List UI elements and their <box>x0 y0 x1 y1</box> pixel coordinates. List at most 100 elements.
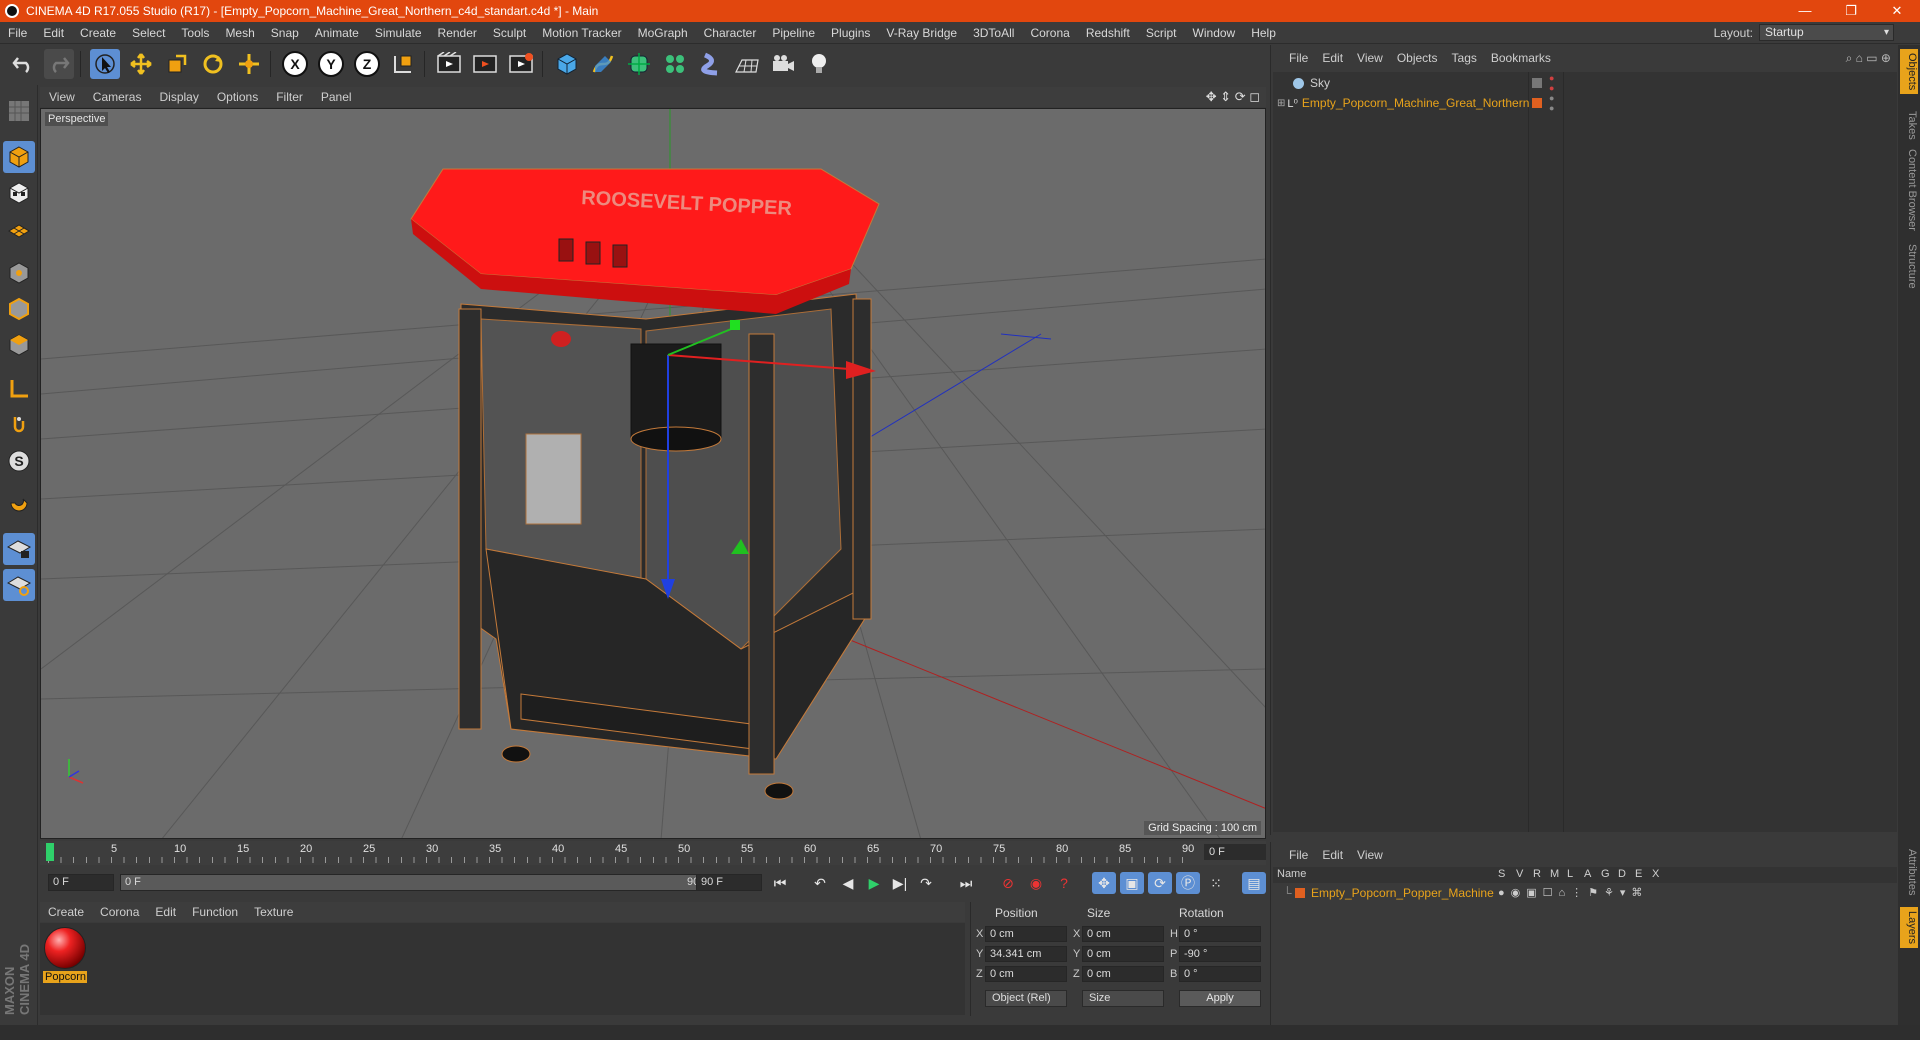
deformer-icon[interactable] <box>696 49 726 79</box>
polygons-mode-icon[interactable] <box>3 329 35 361</box>
magnet-icon[interactable] <box>3 489 35 521</box>
start-frame-field[interactable]: 0 F <box>48 874 114 891</box>
menu-mesh[interactable]: Mesh <box>217 26 262 40</box>
end-frame-field[interactable]: 90 F <box>696 874 762 891</box>
om-menu-edit[interactable]: Edit <box>1315 51 1350 65</box>
size-x-field[interactable]: 0 cm <box>1082 926 1164 942</box>
menu-pipeline[interactable]: Pipeline <box>764 26 823 40</box>
menu-3dtoall[interactable]: 3DToAll <box>965 26 1022 40</box>
menu-tools[interactable]: Tools <box>173 26 217 40</box>
viewport-menu-cameras[interactable]: Cameras <box>84 90 151 104</box>
expand-icon[interactable]: ⊞ <box>1277 98 1285 109</box>
om-menu-tags[interactable]: Tags <box>1445 51 1484 65</box>
material-menu-function[interactable]: Function <box>184 905 246 919</box>
size-mode-dropdown[interactable]: Size <box>1082 990 1164 1007</box>
next-frame-icon[interactable]: ▶| <box>888 872 912 894</box>
make-editable-icon[interactable] <box>3 95 35 127</box>
menu-redshift[interactable]: Redshift <box>1078 26 1138 40</box>
viewport-menu-panel[interactable]: Panel <box>312 90 361 104</box>
viewport-camera-label[interactable]: Perspective <box>45 112 109 126</box>
viewport-menu-options[interactable]: Options <box>208 90 267 104</box>
scale-tool-icon[interactable] <box>162 49 192 79</box>
material-menu-create[interactable]: Create <box>40 905 92 919</box>
tab-attributes[interactable]: Attributes <box>1900 845 1918 899</box>
viewport-nav-icons[interactable]: ✥ ⇕ ⟳ ◻ <box>1206 89 1260 105</box>
menu-vray-bridge[interactable]: V-Ray Bridge <box>878 26 965 40</box>
position-z-field[interactable]: 0 cm <box>985 966 1067 982</box>
frame-range-slider[interactable]: 0 F 90 F <box>120 874 720 891</box>
rotation-h-field[interactable]: 0 ° <box>1179 926 1261 942</box>
tab-content-browser[interactable]: Content Browser <box>1900 145 1918 235</box>
object-list[interactable]: Sky ● ● ⊞ L⁰ Empty_Popcorn_Machine_Great_… <box>1273 72 1897 832</box>
rotation-b-field[interactable]: 0 ° <box>1179 966 1261 982</box>
om-menu-view[interactable]: View <box>1350 51 1390 65</box>
live-selection-icon[interactable] <box>90 49 120 79</box>
key-parameter-icon[interactable]: Ⓟ <box>1176 872 1200 894</box>
lm-menu-file[interactable]: File <box>1271 848 1315 862</box>
timeline-ruler[interactable]: 0 5 10 15 20 25 30 35 40 45 50 55 60 65 … <box>40 841 1266 865</box>
layer-row[interactable]: └ Empty_Popcorn_Popper_Machine ●◉▣☐⌂⋮⚑⚘▾… <box>1273 884 1897 902</box>
apply-button[interactable]: Apply <box>1179 990 1261 1007</box>
redo-icon[interactable] <box>44 49 74 79</box>
cloner-icon[interactable] <box>660 49 690 79</box>
key-rotation-icon[interactable]: ⟳ <box>1148 872 1172 894</box>
menu-snap[interactable]: Snap <box>263 26 307 40</box>
render-region-icon[interactable] <box>470 49 500 79</box>
om-search-icon[interactable]: ⌕ ⌂ ▭ ⊕ <box>1846 51 1891 66</box>
3d-viewport[interactable]: ROOSEVELT POPPER Perspective Grid Spacin… <box>40 108 1266 839</box>
workplane-lock-icon[interactable] <box>3 533 35 565</box>
go-to-start-icon[interactable]: ⏮ <box>768 872 792 894</box>
material-menu-corona[interactable]: Corona <box>92 905 147 919</box>
menu-window[interactable]: Window <box>1185 26 1244 40</box>
autokeying-icon[interactable]: ◉ <box>1024 872 1048 894</box>
cube-object-icon[interactable] <box>552 49 582 79</box>
menu-mograph[interactable]: MoGraph <box>630 26 696 40</box>
subdivision-surface-icon[interactable] <box>624 49 654 79</box>
playhead[interactable] <box>46 843 54 861</box>
size-z-field[interactable]: 0 cm <box>1082 966 1164 982</box>
menu-help[interactable]: Help <box>1243 26 1284 40</box>
move-tool-icon[interactable] <box>126 49 156 79</box>
object-row-popcorn-machine[interactable]: ⊞ L⁰ Empty_Popcorn_Machine_Great_Norther… <box>1273 93 1897 113</box>
layer-tag-icon[interactable] <box>1532 78 1542 88</box>
menu-motion-tracker[interactable]: Motion Tracker <box>534 26 629 40</box>
close-button[interactable]: ✕ <box>1874 0 1920 22</box>
viewport-menu-display[interactable]: Display <box>150 90 207 104</box>
layer-color-swatch[interactable] <box>1295 888 1305 898</box>
tab-objects[interactable]: Objects <box>1900 49 1918 95</box>
current-frame-field[interactable]: 0 F <box>1204 844 1266 860</box>
lm-menu-edit[interactable]: Edit <box>1315 848 1350 862</box>
tweak-mode-icon[interactable] <box>3 409 35 441</box>
coordinate-mode-dropdown[interactable]: Object (Rel) <box>985 990 1067 1007</box>
key-point-level-icon[interactable]: ⁙ <box>1204 872 1228 894</box>
floor-scene-icon[interactable] <box>732 49 762 79</box>
tab-layers[interactable]: Layers <box>1900 907 1918 949</box>
render-view-icon[interactable] <box>434 49 464 79</box>
viewport-menu-view[interactable]: View <box>40 90 84 104</box>
rotate-tool-icon[interactable] <box>198 49 228 79</box>
material-menu-edit[interactable]: Edit <box>147 905 184 919</box>
object-name[interactable]: Empty_Popcorn_Machine_Great_Northern <box>1302 96 1529 110</box>
record-active-icon[interactable]: ⊘ <box>996 872 1020 894</box>
snap-icon[interactable]: S <box>3 445 35 477</box>
menu-character[interactable]: Character <box>696 26 765 40</box>
locked-workplane-icon[interactable] <box>3 569 35 601</box>
model-mode-icon[interactable] <box>3 141 35 173</box>
lm-menu-view[interactable]: View <box>1350 848 1390 862</box>
edges-mode-icon[interactable] <box>3 293 35 325</box>
menu-script[interactable]: Script <box>1138 26 1185 40</box>
coordinate-system-icon[interactable] <box>388 49 418 79</box>
key-scale-icon[interactable]: ▣ <box>1120 872 1144 894</box>
menu-select[interactable]: Select <box>124 26 173 40</box>
menu-file[interactable]: File <box>0 26 35 40</box>
light-icon[interactable] <box>804 49 834 79</box>
minimize-button[interactable]: — <box>1782 0 1828 22</box>
keyframe-selection-icon[interactable]: ? <box>1052 872 1076 894</box>
menu-render[interactable]: Render <box>430 26 485 40</box>
render-picture-viewer-icon[interactable] <box>506 49 536 79</box>
rotation-p-field[interactable]: -90 ° <box>1179 946 1261 962</box>
object-row-sky[interactable]: Sky ● ● <box>1273 73 1897 93</box>
pen-spline-icon[interactable] <box>588 49 618 79</box>
menu-create[interactable]: Create <box>72 26 124 40</box>
x-axis-lock[interactable]: X <box>280 49 310 79</box>
